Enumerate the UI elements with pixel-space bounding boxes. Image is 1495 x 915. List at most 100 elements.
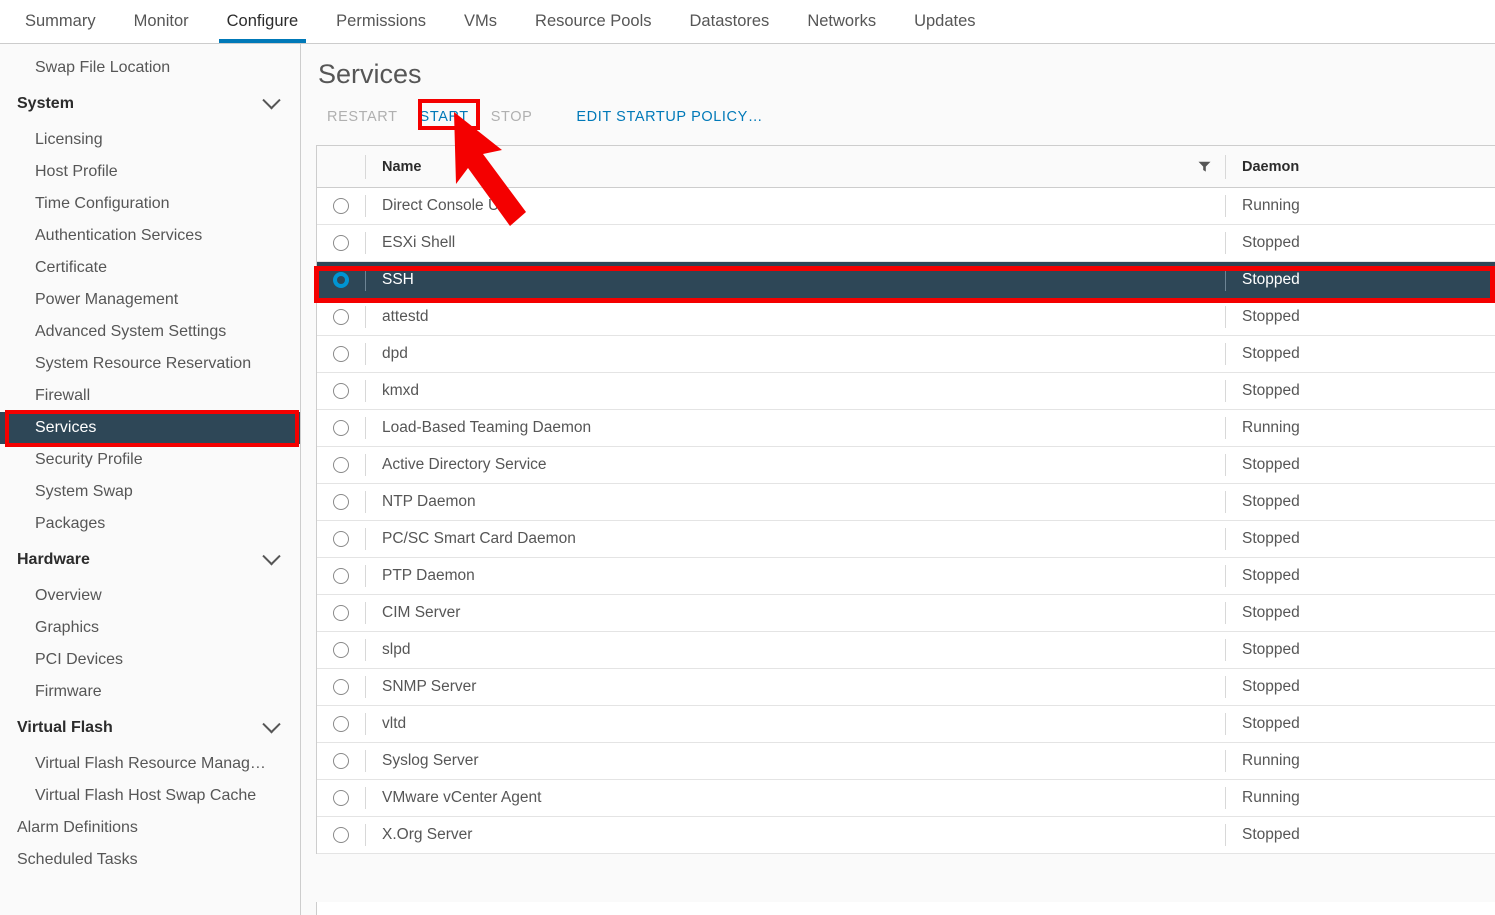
- radio-button-icon[interactable]: [333, 383, 349, 399]
- chevron-down-icon[interactable]: [262, 91, 280, 109]
- row-select-cell[interactable]: [317, 346, 365, 362]
- sidebar-item-overview[interactable]: Overview: [0, 580, 300, 612]
- table-row[interactable]: CIM ServerStopped: [317, 595, 1495, 632]
- radio-button-icon[interactable]: [333, 309, 349, 325]
- row-select-cell[interactable]: [317, 235, 365, 251]
- sidebar-item-authentication-services[interactable]: Authentication Services: [0, 220, 300, 252]
- table-row[interactable]: SSHStopped: [317, 262, 1495, 299]
- radio-button-icon[interactable]: [333, 198, 349, 214]
- services-table: Name Daemon Direct Console UIRunningESXi…: [316, 145, 1495, 854]
- table-row[interactable]: PTP DaemonStopped: [317, 558, 1495, 595]
- radio-button-icon[interactable]: [333, 346, 349, 362]
- filter-funnel-icon[interactable]: [1198, 161, 1211, 172]
- sidebar-item-power-management[interactable]: Power Management: [0, 284, 300, 316]
- table-row[interactable]: vltdStopped: [317, 706, 1495, 743]
- row-select-cell[interactable]: [317, 716, 365, 732]
- tab-label: Networks: [807, 12, 876, 31]
- sidebar-item-virtual-flash-host-swap-cache[interactable]: Virtual Flash Host Swap Cache: [0, 780, 300, 812]
- sidebar-item-system-swap[interactable]: System Swap: [0, 476, 300, 508]
- row-select-cell[interactable]: [317, 457, 365, 473]
- table-row[interactable]: attestdStopped: [317, 299, 1495, 336]
- radio-button-icon[interactable]: [333, 716, 349, 732]
- radio-button-icon[interactable]: [333, 420, 349, 436]
- table-row[interactable]: SNMP ServerStopped: [317, 669, 1495, 706]
- table-row[interactable]: VMware vCenter AgentRunning: [317, 780, 1495, 817]
- tab-resource-pools[interactable]: Resource Pools: [516, 0, 670, 43]
- row-select-cell[interactable]: [317, 605, 365, 621]
- tab-datastores[interactable]: Datastores: [671, 0, 789, 43]
- row-select-cell[interactable]: [317, 198, 365, 214]
- radio-button-icon[interactable]: [333, 605, 349, 621]
- tab-networks[interactable]: Networks: [788, 0, 895, 43]
- sidebar-group-virtual-flash[interactable]: Virtual Flash: [0, 708, 300, 748]
- sidebar-item-firmware[interactable]: Firmware: [0, 676, 300, 708]
- sidebar-group-hardware[interactable]: Hardware: [0, 540, 300, 580]
- sidebar-item-firewall[interactable]: Firewall: [0, 380, 300, 412]
- radio-button-icon[interactable]: [333, 457, 349, 473]
- sidebar-item-scheduled-tasks[interactable]: Scheduled Tasks: [0, 844, 300, 876]
- start-button[interactable]: START: [409, 105, 480, 129]
- table-row[interactable]: X.Org ServerStopped: [317, 817, 1495, 854]
- row-select-cell[interactable]: [317, 642, 365, 658]
- sidebar-item-virtual-flash-resource-manag[interactable]: Virtual Flash Resource Manag…: [0, 748, 300, 780]
- radio-button-selected-icon[interactable]: [333, 272, 349, 288]
- tab-configure[interactable]: Configure: [208, 0, 318, 43]
- tab-permissions[interactable]: Permissions: [317, 0, 445, 43]
- row-select-cell[interactable]: [317, 568, 365, 584]
- table-row[interactable]: Syslog ServerRunning: [317, 743, 1495, 780]
- sidebar-item-advanced-system-settings[interactable]: Advanced System Settings: [0, 316, 300, 348]
- table-row[interactable]: ESXi ShellStopped: [317, 225, 1495, 262]
- row-select-cell[interactable]: [317, 383, 365, 399]
- radio-button-icon[interactable]: [333, 494, 349, 510]
- sidebar-item-graphics[interactable]: Graphics: [0, 612, 300, 644]
- row-select-cell[interactable]: [317, 679, 365, 695]
- tab-updates[interactable]: Updates: [895, 0, 994, 43]
- sidebar-item-alarm-definitions[interactable]: Alarm Definitions: [0, 812, 300, 844]
- radio-button-icon[interactable]: [333, 642, 349, 658]
- row-select-cell[interactable]: [317, 309, 365, 325]
- sidebar-item-pci-devices[interactable]: PCI Devices: [0, 644, 300, 676]
- tab-vms[interactable]: VMs: [445, 0, 516, 43]
- sidebar-item-system-resource-reservation[interactable]: System Resource Reservation: [0, 348, 300, 380]
- radio-button-icon[interactable]: [333, 827, 349, 843]
- row-select-cell[interactable]: [317, 531, 365, 547]
- sidebar-item-services[interactable]: Services: [0, 412, 300, 444]
- table-row[interactable]: Load-Based Teaming DaemonRunning: [317, 410, 1495, 447]
- table-row[interactable]: slpdStopped: [317, 632, 1495, 669]
- chevron-down-icon[interactable]: [262, 547, 280, 565]
- table-row[interactable]: PC/SC Smart Card DaemonStopped: [317, 521, 1495, 558]
- sidebar-item-security-profile[interactable]: Security Profile: [0, 444, 300, 476]
- configure-sidebar[interactable]: Default VM CompatibilitySwap File Locati…: [0, 44, 301, 915]
- sidebar-group-system[interactable]: System: [0, 84, 300, 124]
- sidebar-item-certificate[interactable]: Certificate: [0, 252, 300, 284]
- sidebar-item-default-vm-compatibility[interactable]: Default VM Compatibility: [0, 44, 300, 52]
- header-daemon-column[interactable]: Daemon: [1225, 155, 1495, 179]
- header-name-column[interactable]: Name: [365, 155, 1225, 179]
- sidebar-item-host-profile[interactable]: Host Profile: [0, 156, 300, 188]
- radio-button-icon[interactable]: [333, 568, 349, 584]
- table-row[interactable]: Direct Console UIRunning: [317, 188, 1495, 225]
- radio-button-icon[interactable]: [333, 790, 349, 806]
- radio-button-icon[interactable]: [333, 235, 349, 251]
- table-row[interactable]: NTP DaemonStopped: [317, 484, 1495, 521]
- sidebar-item-licensing[interactable]: Licensing: [0, 124, 300, 156]
- sidebar-item-packages[interactable]: Packages: [0, 508, 300, 540]
- row-select-cell[interactable]: [317, 790, 365, 806]
- table-row[interactable]: dpdStopped: [317, 336, 1495, 373]
- chevron-down-icon[interactable]: [262, 715, 280, 733]
- row-select-cell[interactable]: [317, 753, 365, 769]
- tab-monitor[interactable]: Monitor: [115, 0, 208, 43]
- tab-summary[interactable]: Summary: [6, 0, 115, 43]
- radio-button-icon[interactable]: [333, 679, 349, 695]
- radio-button-icon[interactable]: [333, 753, 349, 769]
- row-select-cell[interactable]: [317, 420, 365, 436]
- table-row[interactable]: Active Directory ServiceStopped: [317, 447, 1495, 484]
- radio-button-icon[interactable]: [333, 531, 349, 547]
- row-select-cell[interactable]: [317, 272, 365, 288]
- sidebar-item-swap-file-location[interactable]: Swap File Location: [0, 52, 300, 84]
- sidebar-item-time-configuration[interactable]: Time Configuration: [0, 188, 300, 220]
- table-row[interactable]: kmxdStopped: [317, 373, 1495, 410]
- row-select-cell[interactable]: [317, 827, 365, 843]
- edit-startup-policy-button[interactable]: EDIT STARTUP POLICY…: [565, 105, 774, 129]
- row-select-cell[interactable]: [317, 494, 365, 510]
